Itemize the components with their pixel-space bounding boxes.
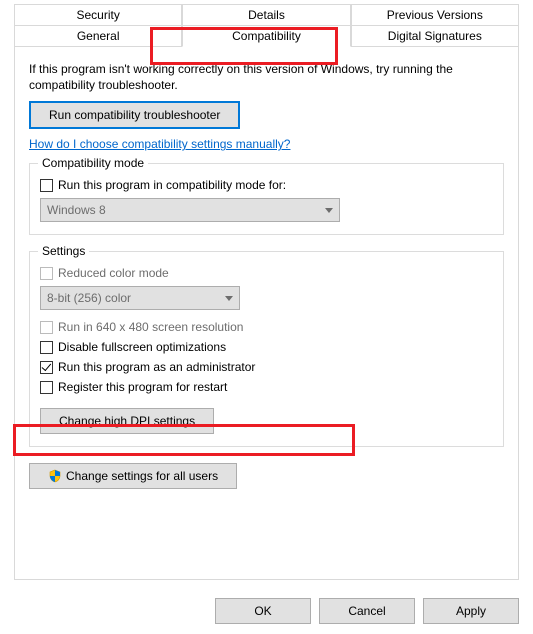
checkbox-reduced-color <box>40 267 53 280</box>
tab-label: Digital Signatures <box>388 29 482 43</box>
ok-button[interactable]: OK <box>215 598 311 624</box>
tab-label: Details <box>248 8 285 22</box>
manual-settings-link[interactable]: How do I choose compatibility settings m… <box>29 137 290 151</box>
checkbox-640x480 <box>40 321 53 334</box>
cancel-button[interactable]: Cancel <box>319 598 415 624</box>
intro-text: If this program isn't working correctly … <box>29 61 504 93</box>
chevron-down-icon <box>225 296 233 301</box>
checkbox-compat-mode[interactable] <box>40 179 53 192</box>
tab-label: General <box>77 29 120 43</box>
combo-value: 8-bit (256) color <box>47 291 131 305</box>
tab-general[interactable]: General <box>14 25 182 47</box>
dialog-button-row: OK Cancel Apply <box>215 598 519 624</box>
combo-color-mode: 8-bit (256) color <box>40 286 240 310</box>
combo-value: Windows 8 <box>47 203 106 217</box>
tab-security[interactable]: Security <box>14 4 182 25</box>
checkbox-label: Run this program in compatibility mode f… <box>58 178 286 192</box>
button-label: Change settings for all users <box>66 469 218 483</box>
change-high-dpi-button[interactable]: Change high DPI settings <box>40 408 214 434</box>
tab-strip: Security Details Previous Versions Gener… <box>0 0 533 580</box>
tab-previous-versions[interactable]: Previous Versions <box>351 4 519 25</box>
chevron-down-icon <box>325 208 333 213</box>
shield-icon <box>48 469 62 483</box>
combo-os-version[interactable]: Windows 8 <box>40 198 340 222</box>
groupbox-settings: Settings Reduced color mode 8-bit (256) … <box>29 251 504 447</box>
checkbox-disable-fullscreen[interactable] <box>40 341 53 354</box>
tab-details[interactable]: Details <box>182 4 350 25</box>
change-settings-all-users-button[interactable]: Change settings for all users <box>29 463 237 489</box>
tab-compatibility[interactable]: Compatibility <box>182 25 350 47</box>
tab-label: Previous Versions <box>387 8 483 22</box>
apply-button[interactable]: Apply <box>423 598 519 624</box>
run-compatibility-troubleshooter-button[interactable]: Run compatibility troubleshooter <box>29 101 240 129</box>
checkbox-label: Disable fullscreen optimizations <box>58 340 226 354</box>
checkbox-register-restart[interactable] <box>40 381 53 394</box>
checkbox-label: Run in 640 x 480 screen resolution <box>58 320 243 334</box>
checkbox-label: Register this program for restart <box>58 380 227 394</box>
checkbox-label: Reduced color mode <box>58 266 169 280</box>
tab-label: Security <box>76 8 119 22</box>
checkbox-label: Run this program as an administrator <box>58 360 255 374</box>
tab-label: Compatibility <box>232 29 301 43</box>
groupbox-title: Compatibility mode <box>38 156 148 170</box>
checkbox-run-as-admin[interactable] <box>40 361 53 374</box>
groupbox-title: Settings <box>38 244 89 258</box>
tab-digital-signatures[interactable]: Digital Signatures <box>351 25 519 47</box>
tab-panel-compatibility: If this program isn't working correctly … <box>14 46 519 580</box>
groupbox-compatibility-mode: Compatibility mode Run this program in c… <box>29 163 504 235</box>
